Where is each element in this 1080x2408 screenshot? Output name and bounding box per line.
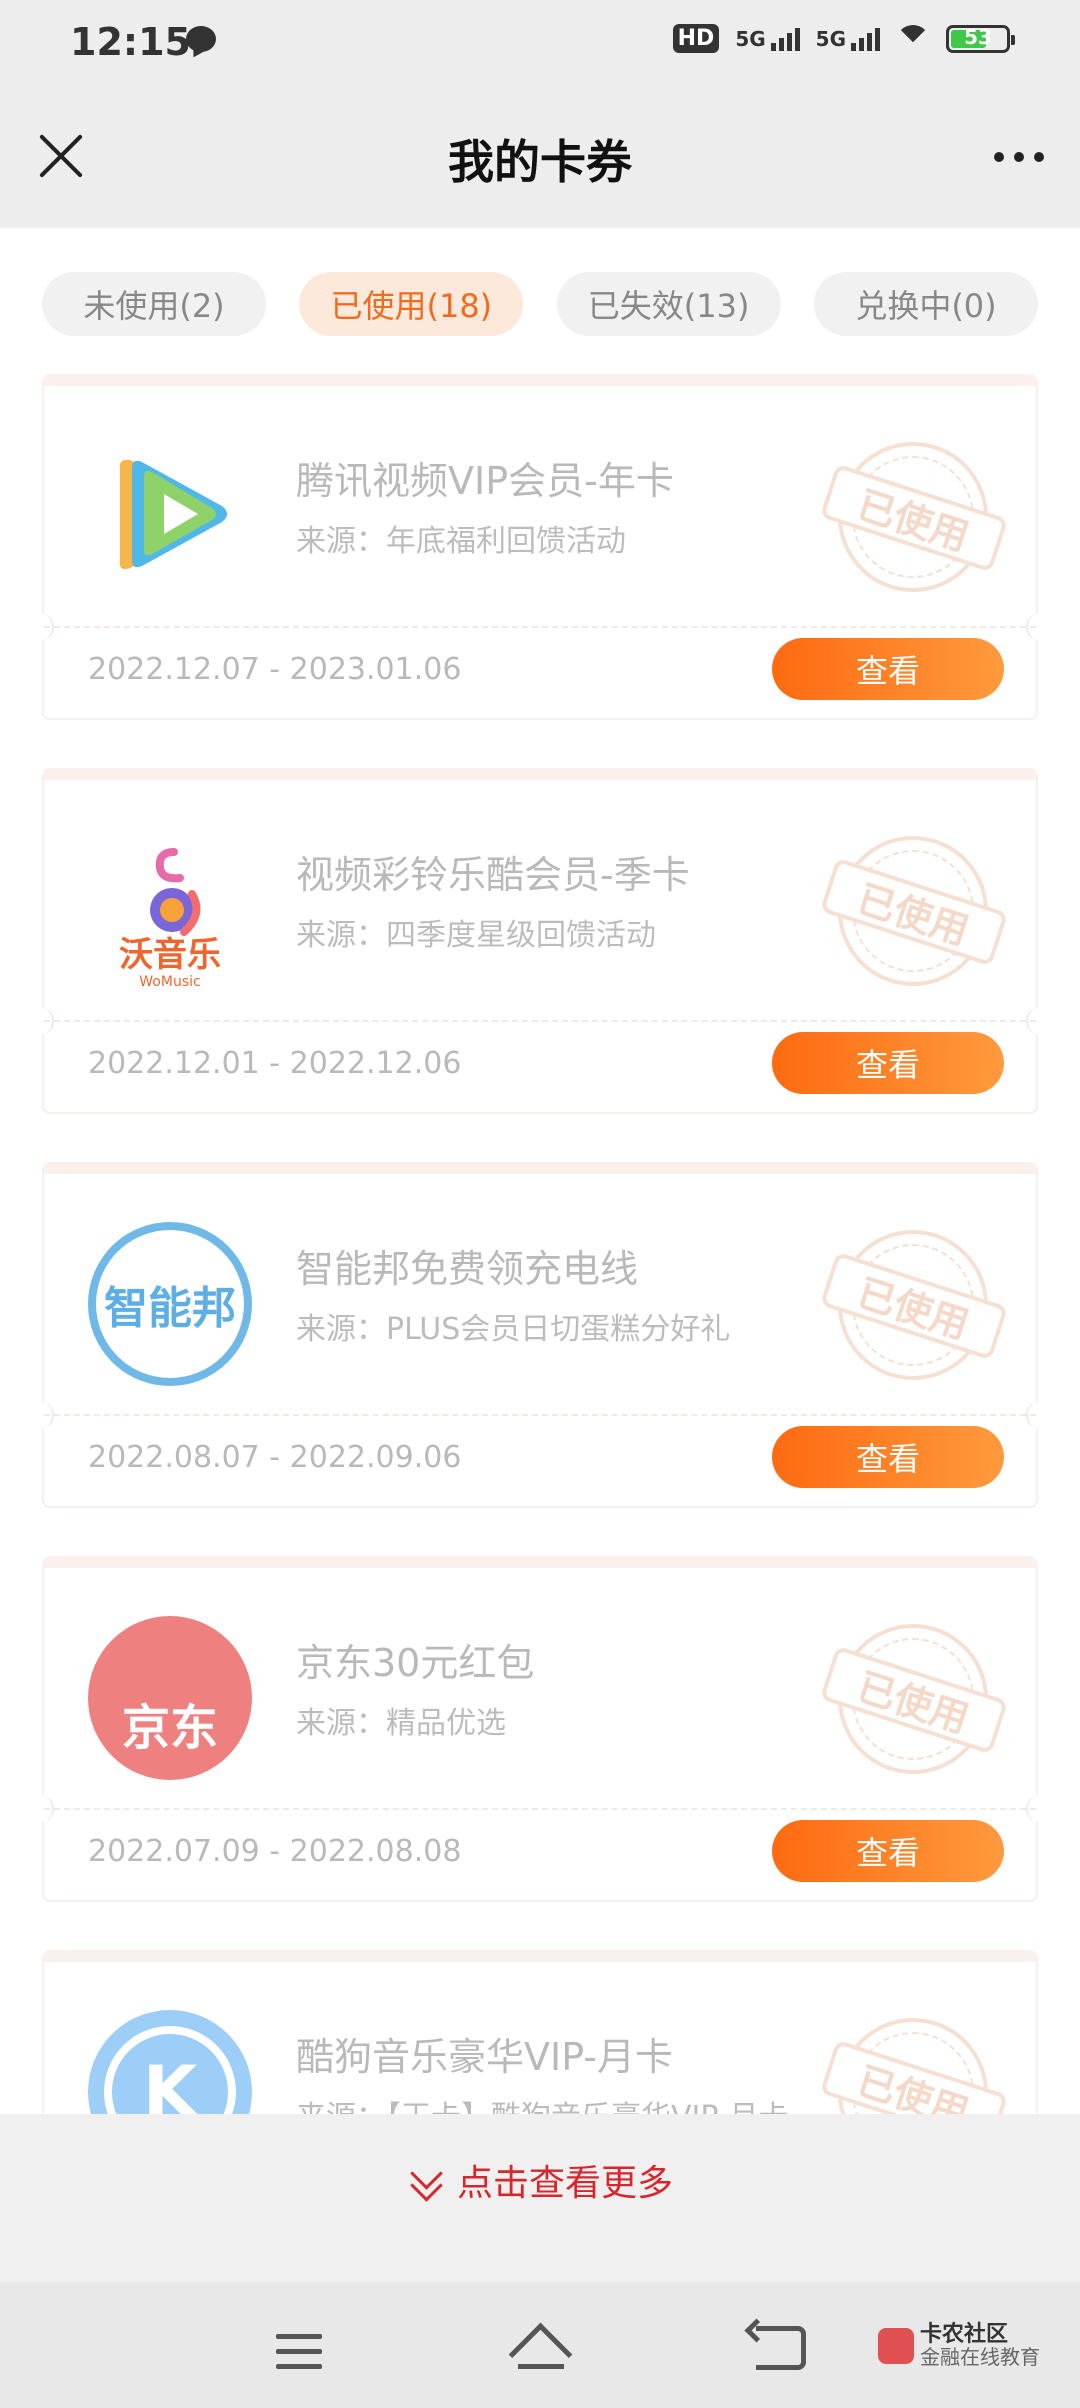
watermark-sub: 金融在线教育 — [920, 2345, 1040, 2369]
coupon-list: 腾讯视频VIP会员-年卡 来源：年底福利回馈活动 已使用 2022.12.07 … — [42, 374, 1038, 2114]
tab-redeeming[interactable]: 兑换中(0) — [813, 272, 1038, 336]
coupon-title: 京东30元红包 — [296, 1641, 535, 1685]
more-options-icon[interactable] — [994, 152, 1044, 162]
wifi-icon — [896, 24, 930, 59]
coupon-title: 智能邦免费领充电线 — [296, 1247, 639, 1291]
coupon-source: 来源：年底福利回馈活动 — [296, 524, 626, 559]
coupon-date: 2022.07.09 - 2022.08.08 — [88, 1834, 462, 1869]
status-icons: HD 5G 5G 53 — [672, 24, 1015, 59]
tab-used[interactable]: 已使用(18) — [299, 272, 524, 336]
coupon-title: 酷狗音乐豪华VIP-月卡 — [296, 2035, 673, 2079]
message-icon — [186, 26, 216, 52]
signal-icon: 5G — [735, 27, 800, 51]
zhinengbang-logo: 智能邦 — [88, 1222, 252, 1386]
coupon-card: K 酷狗音乐豪华VIP-月卡 来源：【王卡】酷狗音乐豪华VIP-月卡 已使用 — [42, 1950, 1038, 2114]
back-icon[interactable] — [756, 2326, 806, 2370]
used-stamp: 已使用 — [819, 442, 1009, 592]
coupon-source: 来源：PLUS会员日切蛋糕分好礼 — [296, 1312, 731, 1347]
signal-icon-2: 5G — [816, 27, 880, 51]
coupon-card: 腾讯视频VIP会员-年卡 来源：年底福利回馈活动 已使用 2022.12.07 … — [42, 374, 1038, 720]
see-more-label: 点击查看更多 — [456, 2163, 673, 2204]
svg-text:沃音乐: 沃音乐 — [119, 935, 221, 975]
coupon-card: 智能邦 智能邦免费领充电线 来源：PLUS会员日切蛋糕分好礼 已使用 2022.… — [42, 1162, 1038, 1508]
used-stamp: 已使用 — [819, 836, 1009, 986]
tencent-video-logo — [88, 434, 252, 598]
see-more-button[interactable]: 点击查看更多 — [0, 2154, 1080, 2206]
wo-music-logo: 沃音乐 WoMusic — [88, 828, 252, 992]
coupon-date: 2022.12.01 - 2022.12.06 — [88, 1046, 462, 1081]
coupon-date: 2022.12.07 - 2023.01.06 — [88, 652, 462, 687]
page-title: 我的卡券 — [448, 135, 632, 189]
app-header: 我的卡券 — [0, 86, 1080, 228]
coupon-tabs: 未使用(2) 已使用(18) 已失效(13) 兑换中(0) — [42, 272, 1038, 336]
view-button[interactable]: 查看 — [772, 1032, 1004, 1094]
status-bar: 12:15 HD 5G 5G 53 — [0, 0, 1080, 86]
used-stamp: 已使用 — [819, 2018, 1009, 2114]
tab-unused[interactable]: 未使用(2) — [42, 272, 266, 336]
watermark: 卡农社区 金融在线教育 — [878, 2324, 1040, 2368]
coupon-card: 京东 京东30元红包 来源：精品优选 已使用 2022.07.09 - 2022… — [42, 1556, 1038, 1902]
svg-text:WoMusic: WoMusic — [139, 974, 200, 990]
see-more-bar: 点击查看更多 — [0, 2114, 1080, 2282]
watermark-title: 卡农社区 — [920, 2322, 1009, 2347]
hd-icon: HD — [672, 24, 720, 53]
chevron-down-icon — [407, 2160, 447, 2200]
view-button[interactable]: 查看 — [772, 1820, 1004, 1882]
system-nav-bar: 卡农社区 金融在线教育 — [0, 2282, 1080, 2408]
used-stamp: 已使用 — [819, 1230, 1009, 1380]
coupon-card: 沃音乐 WoMusic 视频彩铃乐酷会员-季卡 来源：四季度星级回馈活动 已使用… — [42, 768, 1038, 1114]
used-stamp: 已使用 — [819, 1624, 1009, 1774]
coupon-source: 来源：【王卡】酷狗音乐豪华VIP-月卡 — [296, 2092, 789, 2114]
coupon-date: 2022.08.07 - 2022.09.06 — [88, 1440, 462, 1475]
menu-icon[interactable] — [276, 2334, 322, 2379]
coupon-title: 腾讯视频VIP会员-年卡 — [296, 459, 674, 503]
home-icon[interactable] — [512, 2322, 568, 2369]
view-button[interactable]: 查看 — [772, 638, 1004, 700]
battery-icon: 53 — [946, 24, 1015, 53]
coupon-source: 来源：四季度星级回馈活动 — [296, 918, 656, 953]
coupon-title: 视频彩铃乐酷会员-季卡 — [296, 853, 690, 897]
coupon-source: 来源：精品优选 — [296, 1706, 506, 1741]
watermark-logo — [878, 2328, 914, 2364]
jd-logo: 京东 — [88, 1616, 252, 1780]
kugou-logo: K — [88, 2010, 252, 2114]
view-button[interactable]: 查看 — [772, 1426, 1004, 1488]
tab-expired[interactable]: 已失效(13) — [556, 272, 781, 336]
status-time: 12:15 — [70, 20, 191, 64]
